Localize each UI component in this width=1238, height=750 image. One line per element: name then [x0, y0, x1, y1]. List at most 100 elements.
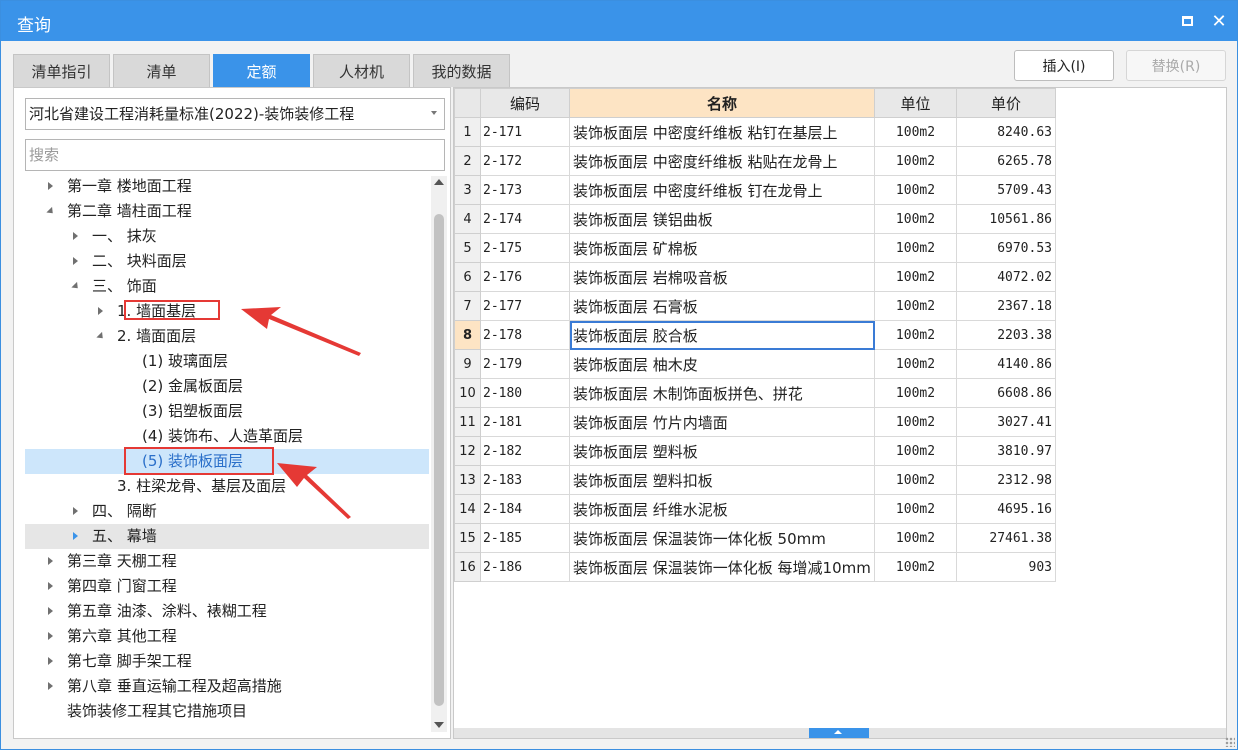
- scroll-up-icon[interactable]: [431, 176, 447, 190]
- row-number[interactable]: 15: [454, 523, 481, 553]
- table-row[interactable]: 12 2-182 装饰板面层 塑料板 100m2 3810.97: [454, 436, 1056, 466]
- table-row[interactable]: 6 2-176 装饰板面层 岩棉吸音板 100m2 4072.02: [454, 262, 1056, 292]
- collapse-grip-icon[interactable]: [809, 728, 869, 738]
- cell-name[interactable]: 装饰板面层 镁铝曲板: [569, 204, 875, 234]
- cell-name[interactable]: 装饰板面层 胶合板: [569, 320, 875, 350]
- library-select[interactable]: 河北省建设工程消耗量标准(2022)-装饰装修工程: [25, 98, 445, 130]
- collapse-arrow-icon[interactable]: [70, 524, 82, 549]
- search-input[interactable]: [25, 139, 445, 171]
- tab-list[interactable]: 清单: [113, 54, 210, 87]
- header-unit[interactable]: 单位: [874, 88, 957, 118]
- row-number[interactable]: 16: [454, 552, 481, 582]
- cell-name[interactable]: 装饰板面层 纤维水泥板: [569, 494, 875, 524]
- cell-unit[interactable]: 100m2: [874, 378, 957, 408]
- cell-name[interactable]: 装饰板面层 中密度纤维板 粘贴在龙骨上: [569, 146, 875, 176]
- cell-code[interactable]: 2-172: [480, 146, 570, 176]
- tree-node[interactable]: 第七章 脚手架工程: [25, 649, 429, 674]
- cell-name[interactable]: 装饰板面层 竹片内墙面: [569, 407, 875, 437]
- collapse-arrow-icon[interactable]: [45, 599, 57, 624]
- table-row[interactable]: 15 2-185 装饰板面层 保温装饰一体化板 50mm 100m2 27461.38: [454, 523, 1056, 553]
- table-row[interactable]: 2 2-172 装饰板面层 中密度纤维板 粘贴在龙骨上 100m2 6265.78: [454, 146, 1056, 176]
- cell-code[interactable]: 2-173: [480, 175, 570, 205]
- cell-price[interactable]: 2367.18: [956, 291, 1056, 321]
- tree-node[interactable]: (2) 金属板面层: [25, 374, 429, 399]
- collapse-arrow-icon[interactable]: [70, 499, 82, 524]
- cell-price[interactable]: 6608.86: [956, 378, 1056, 408]
- expand-arrow-icon[interactable]: [95, 324, 107, 349]
- cell-price[interactable]: 27461.38: [956, 523, 1056, 553]
- table-row[interactable]: 10 2-180 装饰板面层 木制饰面板拼色、拼花 100m2 6608.86: [454, 378, 1056, 408]
- row-number[interactable]: 13: [454, 465, 481, 495]
- cell-code[interactable]: 2-171: [480, 117, 570, 147]
- cell-name[interactable]: 装饰板面层 中密度纤维板 粘钉在基层上: [569, 117, 875, 147]
- grid-horizontal-scrollbar[interactable]: [454, 728, 1226, 738]
- cell-code[interactable]: 2-186: [480, 552, 570, 582]
- cell-unit[interactable]: 100m2: [874, 465, 957, 495]
- tree-node[interactable]: 第五章 油漆、涂料、裱糊工程: [25, 599, 429, 624]
- tree-node[interactable]: 第三章 天棚工程: [25, 549, 429, 574]
- expand-arrow-icon[interactable]: [45, 199, 57, 224]
- collapse-arrow-icon[interactable]: [45, 574, 57, 599]
- tree-node[interactable]: 第八章 垂直运输工程及超高措施: [25, 674, 429, 699]
- cell-price[interactable]: 2203.38: [956, 320, 1056, 350]
- collapse-arrow-icon[interactable]: [70, 249, 82, 274]
- cell-price[interactable]: 3810.97: [956, 436, 1056, 466]
- table-row[interactable]: 16 2-186 装饰板面层 保温装饰一体化板 每增减10mm 100m2 903: [454, 552, 1056, 582]
- row-number[interactable]: 4: [454, 204, 481, 234]
- table-row[interactable]: 9 2-179 装饰板面层 柚木皮 100m2 4140.86: [454, 349, 1056, 379]
- cell-name[interactable]: 装饰板面层 岩棉吸音板: [569, 262, 875, 292]
- row-number[interactable]: 11: [454, 407, 481, 437]
- cell-unit[interactable]: 100m2: [874, 320, 957, 350]
- table-row[interactable]: 14 2-184 装饰板面层 纤维水泥板 100m2 4695.16: [454, 494, 1056, 524]
- collapse-arrow-icon[interactable]: [45, 549, 57, 574]
- cell-code[interactable]: 2-185: [480, 523, 570, 553]
- cell-unit[interactable]: 100m2: [874, 436, 957, 466]
- cell-price[interactable]: 2312.98: [956, 465, 1056, 495]
- row-number[interactable]: 10: [454, 378, 481, 408]
- cell-code[interactable]: 2-178: [480, 320, 570, 350]
- title-bar[interactable]: 查询 ✕: [1, 1, 1237, 41]
- row-number[interactable]: 9: [454, 349, 481, 379]
- cell-price[interactable]: 4695.16: [956, 494, 1056, 524]
- cell-name[interactable]: 装饰板面层 塑料板: [569, 436, 875, 466]
- scroll-thumb[interactable]: [434, 214, 444, 706]
- tree-node[interactable]: 一、 抹灰: [25, 224, 429, 249]
- header-code[interactable]: 编码: [480, 88, 570, 118]
- expand-arrow-icon[interactable]: [70, 274, 82, 299]
- replace-button[interactable]: 替换(R): [1126, 50, 1226, 81]
- cell-unit[interactable]: 100m2: [874, 407, 957, 437]
- close-button[interactable]: ✕: [1207, 9, 1231, 33]
- collapse-arrow-icon[interactable]: [45, 176, 57, 199]
- cell-price[interactable]: 3027.41: [956, 407, 1056, 437]
- tree-node[interactable]: 三、 饰面: [25, 274, 429, 299]
- cell-unit[interactable]: 100m2: [874, 494, 957, 524]
- cell-code[interactable]: 2-176: [480, 262, 570, 292]
- row-number[interactable]: 3: [454, 175, 481, 205]
- tree-node[interactable]: 3. 柱梁龙骨、基层及面层: [25, 474, 429, 499]
- cell-name[interactable]: 装饰板面层 木制饰面板拼色、拼花: [569, 378, 875, 408]
- cell-code[interactable]: 2-184: [480, 494, 570, 524]
- cell-unit[interactable]: 100m2: [874, 233, 957, 263]
- tree-node[interactable]: 第四章 门窗工程: [25, 574, 429, 599]
- table-row[interactable]: 4 2-174 装饰板面层 镁铝曲板 100m2 10561.86: [454, 204, 1056, 234]
- cell-name[interactable]: 装饰板面层 保温装饰一体化板 50mm: [569, 523, 875, 553]
- row-number[interactable]: 12: [454, 436, 481, 466]
- cell-code[interactable]: 2-183: [480, 465, 570, 495]
- cell-price[interactable]: 6970.53: [956, 233, 1056, 263]
- resize-grip-icon[interactable]: [1225, 737, 1235, 747]
- table-row[interactable]: 3 2-173 装饰板面层 中密度纤维板 钉在龙骨上 100m2 5709.43: [454, 175, 1056, 205]
- row-number[interactable]: 2: [454, 146, 481, 176]
- cell-name[interactable]: 装饰板面层 中密度纤维板 钉在龙骨上: [569, 175, 875, 205]
- cell-unit[interactable]: 100m2: [874, 117, 957, 147]
- tree-node[interactable]: 第二章 墙柱面工程: [25, 199, 429, 224]
- tree-node[interactable]: (3) 铝塑板面层: [25, 399, 429, 424]
- tree-node[interactable]: 四、 隔断: [25, 499, 429, 524]
- tab-list-guide[interactable]: 清单指引: [13, 54, 110, 87]
- table-row[interactable]: 1 2-171 装饰板面层 中密度纤维板 粘钉在基层上 100m2 8240.63: [454, 117, 1056, 147]
- tree-node[interactable]: (4) 装饰布、人造革面层: [25, 424, 429, 449]
- collapse-arrow-icon[interactable]: [95, 299, 107, 324]
- tree-node[interactable]: 装饰装修工程其它措施项目: [25, 699, 429, 724]
- cell-unit[interactable]: 100m2: [874, 175, 957, 205]
- tab-my-data[interactable]: 我的数据: [413, 54, 510, 87]
- cell-code[interactable]: 2-180: [480, 378, 570, 408]
